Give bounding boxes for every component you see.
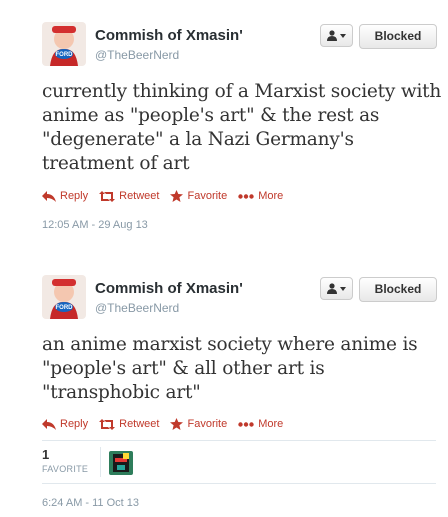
reply-button[interactable]: Reply (42, 190, 88, 202)
more-label: More (258, 418, 284, 430)
caret-down-icon (340, 33, 346, 38)
user-icon (327, 283, 337, 294)
retweet-button[interactable]: Retweet (99, 418, 159, 430)
more-label: More (258, 190, 284, 202)
star-icon (170, 190, 184, 202)
retweet-button[interactable]: Retweet (99, 190, 159, 202)
user-actions-dropdown[interactable] (320, 277, 353, 300)
more-button[interactable]: More (238, 190, 283, 202)
reply-button[interactable]: Reply (42, 418, 88, 430)
favorite-label: Favorite (187, 190, 228, 202)
tweet: FORD Commish of Xmasin' @TheBeerNerd Blo… (0, 0, 448, 253)
favorite-button[interactable]: Favorite (170, 190, 227, 202)
tweet-timestamp[interactable]: 6:24 AM - 11 Oct 13 (42, 497, 139, 509)
favoriter-avatar[interactable] (109, 451, 133, 475)
reply-label: Reply (60, 418, 89, 430)
svg-text:FORD: FORD (56, 52, 74, 58)
more-dots-icon (238, 193, 254, 199)
user-actions-dropdown[interactable] (320, 24, 353, 47)
user-icon (327, 30, 337, 41)
retweet-label: Retweet (119, 418, 160, 430)
stats-divider (100, 447, 101, 477)
caret-down-icon (340, 286, 346, 291)
tweet-stats: 1 FAVORITE (42, 440, 436, 484)
avatar-image-icon: FORD (42, 275, 86, 319)
more-dots-icon (238, 421, 254, 427)
retweet-icon (99, 418, 116, 430)
reply-icon (42, 418, 56, 430)
favorite-button[interactable]: Favorite (170, 418, 227, 430)
tweet-actions: Reply Retweet Favorite More (42, 418, 294, 430)
avatar-image-icon: FORD (42, 22, 86, 66)
retweet-icon (99, 190, 116, 202)
user-handle[interactable]: @TheBeerNerd (95, 301, 179, 315)
svg-text:FORD: FORD (56, 305, 74, 311)
user-name[interactable]: Commish of Xmasin' (95, 280, 243, 297)
blocked-button[interactable]: Blocked (359, 277, 437, 302)
tweet-text: currently thinking of a Marxist society … (42, 81, 442, 174)
tweet: FORD Commish of Xmasin' @TheBeerNerd Blo… (0, 253, 448, 517)
favorite-label: Favorite (187, 418, 228, 430)
reply-icon (42, 190, 56, 202)
avatar-image-icon (109, 451, 133, 475)
favorite-count[interactable]: 1 (42, 447, 49, 462)
tweet-text: an anime marxist society where anime is … (42, 334, 418, 403)
tweet-actions: Reply Retweet Favorite More (42, 190, 294, 202)
blocked-button[interactable]: Blocked (359, 24, 437, 49)
tweet-timestamp[interactable]: 12:05 AM - 29 Aug 13 (42, 219, 148, 231)
reply-label: Reply (60, 190, 89, 202)
favorite-count-label: FAVORITE (42, 464, 89, 474)
avatar[interactable]: FORD (42, 275, 86, 319)
retweet-label: Retweet (119, 190, 160, 202)
user-handle[interactable]: @TheBeerNerd (95, 48, 179, 62)
user-name[interactable]: Commish of Xmasin' (95, 27, 243, 44)
star-icon (170, 418, 184, 430)
avatar[interactable]: FORD (42, 22, 86, 66)
more-button[interactable]: More (238, 418, 283, 430)
